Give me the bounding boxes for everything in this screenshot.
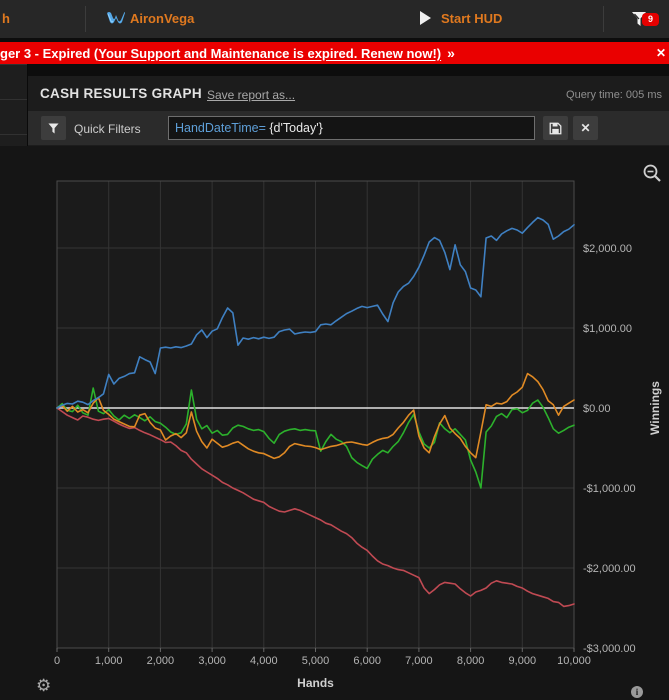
x-tick-label: 4,000 <box>250 655 278 667</box>
cutoff-tab-label[interactable]: h <box>2 11 10 26</box>
renew-link[interactable]: Your Support and Maintenance is expired.… <box>98 46 441 61</box>
x-tick-label: 0 <box>54 655 60 667</box>
topbar-divider <box>603 6 604 32</box>
quick-filter-funnel-icon[interactable] <box>41 116 66 140</box>
gear-icon[interactable]: ⚙ <box>36 677 51 694</box>
banner-chevron-icon[interactable]: » <box>447 45 455 61</box>
cash-results-graph-area: 0 1,000 2,000 3,000 4,000 5,000 6,000 7,000 8,00… <box>0 146 669 700</box>
quick-filters-bar: Quick Filters HandDateTime= {d'Today'} ✕ <box>28 111 669 145</box>
x-tick-label: 8,000 <box>457 655 485 667</box>
filter-key-text: HandDateTime= <box>175 121 266 135</box>
quick-filter-input[interactable]: HandDateTime= {d'Today'} <box>168 116 535 140</box>
y-tick-label: -$3,000.00 <box>583 643 636 655</box>
license-expired-banner: ger 3 - Expired (Your Support and Mainte… <box>0 42 669 64</box>
floppy-disk-icon <box>549 122 562 134</box>
y-tick-label: -$1,000.00 <box>583 483 636 495</box>
info-icon[interactable]: i <box>631 686 643 698</box>
page-title: CASH RESULTS GRAPH <box>40 86 202 101</box>
save-report-link[interactable]: Save report as... <box>207 88 295 102</box>
x-axis-label: Hands <box>297 676 334 690</box>
y-tick-label: $2,000.00 <box>583 243 632 255</box>
x-tick-label: 9,000 <box>509 655 537 667</box>
x-tick-label: 2,000 <box>147 655 175 667</box>
top-bar: h AironVega Start HUD 9 <box>0 0 669 38</box>
x-tick-label: 10,000 <box>557 655 591 667</box>
start-hud-button[interactable]: Start HUD <box>441 11 502 26</box>
quick-filters-label: Quick Filters <box>74 122 141 136</box>
clear-filter-button[interactable]: ✕ <box>573 116 598 140</box>
banner-close-icon[interactable]: ✕ <box>656 42 669 64</box>
play-icon[interactable] <box>420 11 431 25</box>
y-axis-label: Winnings <box>648 381 662 435</box>
x-tick-label: 3,000 <box>198 655 226 667</box>
y-tick-label: -$2,000.00 <box>583 563 636 575</box>
app-name-label[interactable]: AironVega <box>130 11 194 26</box>
x-tick-label: 7,000 <box>405 655 433 667</box>
x-tick-label: 6,000 <box>353 655 381 667</box>
filter-value-text: {d'Today'} <box>265 121 323 135</box>
y-tick-label: $1,000.00 <box>583 323 632 335</box>
x-tick-label: 1,000 <box>95 655 123 667</box>
banner-text: ger 3 - Expired ( <box>0 46 99 61</box>
aironvega-logo-icon[interactable] <box>106 11 126 30</box>
active-filters-badge[interactable]: 9 <box>642 13 659 26</box>
zoom-magnifier-icon[interactable] <box>642 163 662 188</box>
y-tick-label: $0.00 <box>583 403 611 415</box>
query-time-label: Query time: 005 ms <box>566 89 662 101</box>
cash-results-chart: 0 1,000 2,000 3,000 4,000 5,000 6,000 7,000 8,00… <box>54 180 662 690</box>
x-tick-label: 5,000 <box>302 655 330 667</box>
topbar-divider <box>85 6 86 32</box>
save-filter-button[interactable] <box>543 116 568 140</box>
